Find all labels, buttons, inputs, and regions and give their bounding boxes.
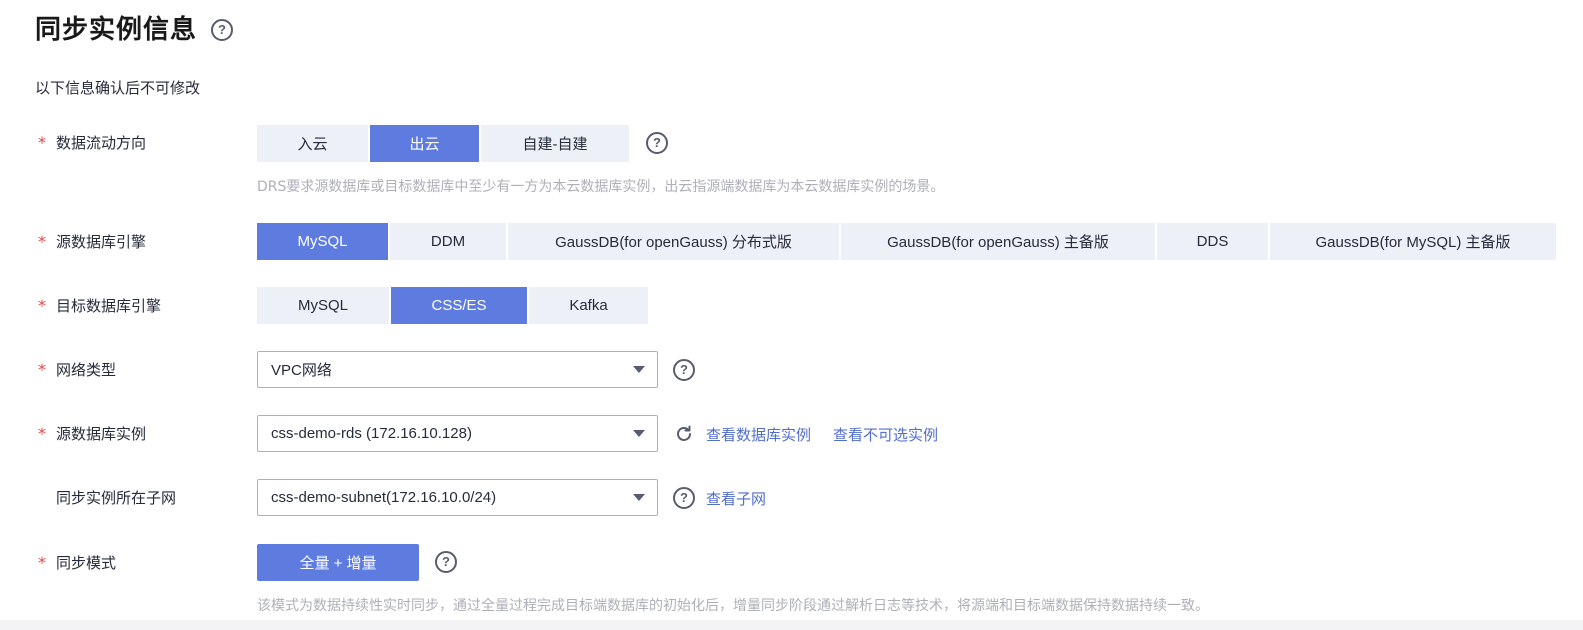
- direction-option-in[interactable]: 入云: [257, 125, 368, 162]
- required-mark: *: [38, 360, 46, 379]
- required-mark: *: [38, 424, 46, 443]
- refresh-icon[interactable]: [674, 424, 694, 444]
- source-engine-option-mysql[interactable]: MySQL: [257, 223, 388, 260]
- source-engine-option-gaussdb-mysql[interactable]: GaussDB(for MySQL) 主备版: [1270, 223, 1556, 260]
- chevron-down-icon: [633, 430, 645, 437]
- required-mark: *: [38, 296, 46, 315]
- target-engine-option-mysql[interactable]: MySQL: [257, 287, 389, 324]
- sync-mode-help-icon[interactable]: ?: [435, 551, 457, 573]
- bottom-divider: [0, 620, 1583, 630]
- source-instance-select-value: css-demo-rds (172.16.10.128): [271, 425, 472, 442]
- direction-help-icon[interactable]: ?: [646, 132, 668, 154]
- subnet-select-value: css-demo-subnet(172.16.10.0/24): [271, 489, 497, 506]
- target-engine-option-kafka[interactable]: Kafka: [529, 287, 648, 324]
- source-engine-label: * 源数据库引擎: [38, 232, 147, 251]
- source-engine-option-gaussdb-distributed[interactable]: GaussDB(for openGauss) 分布式版: [508, 223, 839, 260]
- network-help-icon[interactable]: ?: [673, 359, 695, 381]
- view-subnet-link[interactable]: 查看子网: [706, 489, 766, 509]
- page-title: 同步实例信息: [35, 15, 198, 45]
- required-mark: *: [38, 232, 46, 251]
- chevron-down-icon: [633, 494, 645, 501]
- direction-option-self[interactable]: 自建-自建: [481, 125, 629, 162]
- subnet-select[interactable]: css-demo-subnet(172.16.10.0/24): [257, 479, 658, 516]
- target-engine-segment: MySQL CSS/ES Kafka: [257, 287, 648, 324]
- source-instance-label: * 源数据库实例: [38, 424, 147, 443]
- page-subtitle: 以下信息确认后不可修改: [35, 79, 201, 97]
- required-mark: *: [38, 553, 46, 572]
- sync-mode-full-incremental-button[interactable]: 全量 + 增量: [257, 544, 419, 581]
- subnet-help-icon[interactable]: ?: [673, 487, 695, 509]
- view-db-instance-link[interactable]: 查看数据库实例: [706, 425, 811, 445]
- network-label: * 网络类型: [38, 360, 117, 379]
- source-engine-segment: MySQL DDM GaussDB(for openGauss) 分布式版 Ga…: [257, 223, 1556, 260]
- direction-segment: 入云 出云 自建-自建: [257, 125, 629, 162]
- sync-mode-hint: 该模式为数据持续性实时同步，通过全量过程完成目标端数据库的初始化后，增量同步阶段…: [257, 598, 1209, 614]
- view-unavailable-instance-link[interactable]: 查看不可选实例: [833, 425, 938, 445]
- direction-label: * 数据流动方向: [38, 133, 147, 152]
- source-engine-option-ddm[interactable]: DDM: [390, 223, 506, 260]
- source-instance-select[interactable]: css-demo-rds (172.16.10.128): [257, 415, 658, 452]
- sync-mode-label: * 同步模式: [38, 553, 117, 572]
- help-icon[interactable]: ?: [211, 19, 233, 41]
- target-engine-option-css-es[interactable]: CSS/ES: [391, 287, 527, 324]
- subnet-label: 同步实例所在子网: [56, 489, 177, 507]
- source-engine-option-dds[interactable]: DDS: [1157, 223, 1268, 260]
- target-engine-label: * 目标数据库引擎: [38, 296, 162, 315]
- chevron-down-icon: [633, 366, 645, 373]
- network-select-value: VPC网络: [271, 362, 332, 379]
- direction-hint: DRS要求源数据库或目标数据库中至少有一方为本云数据库实例，出云指源端数据库为本…: [257, 179, 945, 195]
- network-select[interactable]: VPC网络: [257, 351, 658, 388]
- direction-option-out[interactable]: 出云: [370, 125, 479, 162]
- source-engine-option-gaussdb-primary[interactable]: GaussDB(for openGauss) 主备版: [841, 223, 1155, 260]
- required-mark: *: [38, 133, 46, 152]
